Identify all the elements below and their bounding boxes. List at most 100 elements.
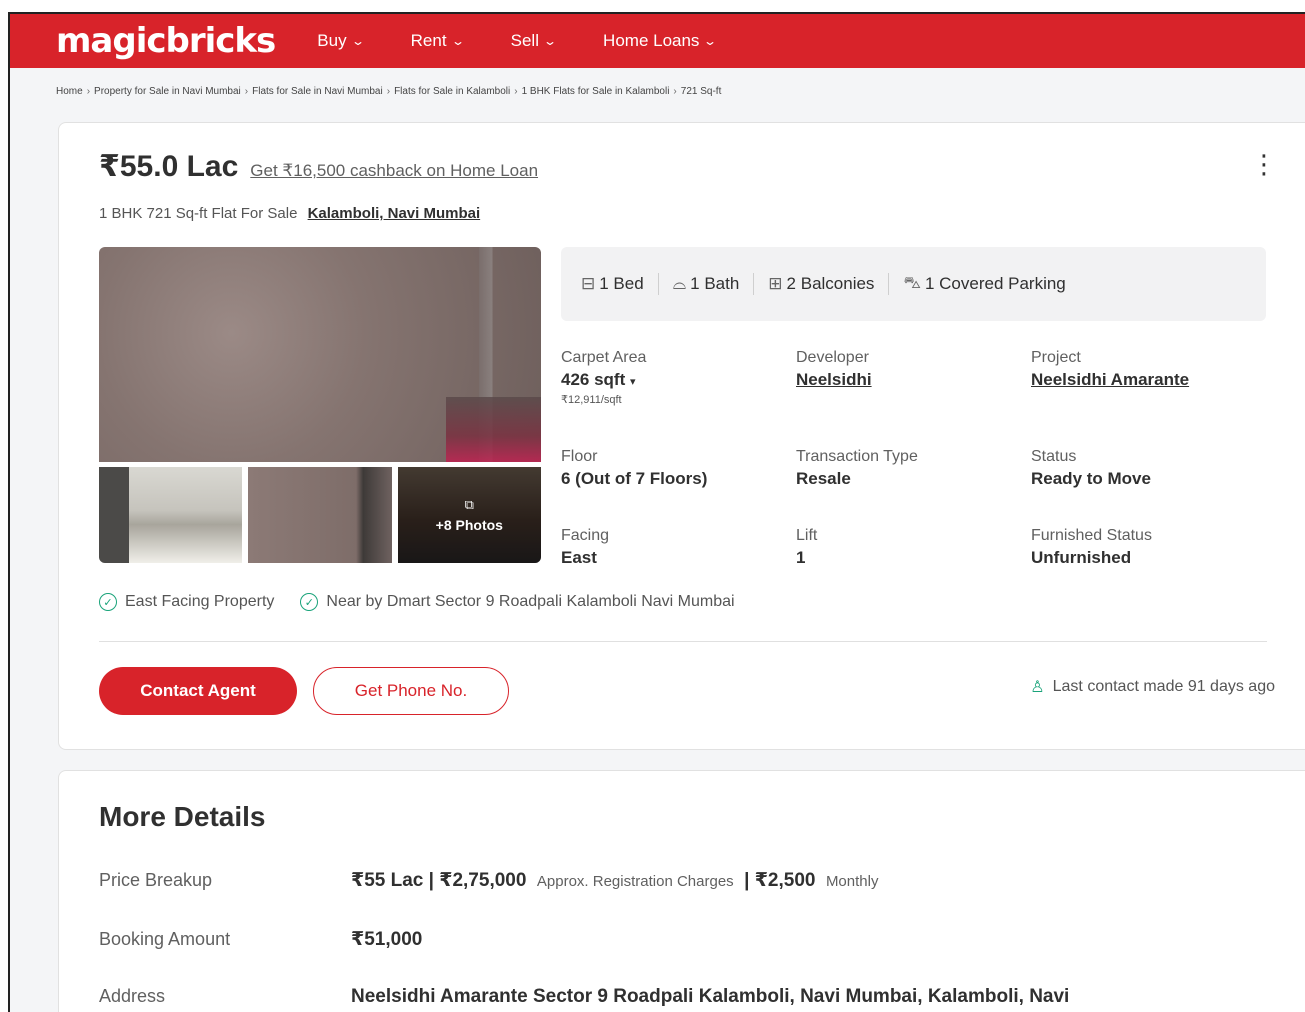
amenity-bed: ⊟ 1 Bed bbox=[581, 274, 644, 294]
breadcrumb-separator: › bbox=[86, 86, 91, 97]
spec-label: Status bbox=[1031, 448, 1077, 465]
more-photos-overlay: ⧉ +8 Photos bbox=[397, 467, 541, 563]
bed-icon: ⊟ bbox=[581, 274, 596, 293]
breadcrumb-property-navi-mumbai[interactable]: Property for Sale in Navi Mumbai bbox=[94, 86, 241, 97]
spec-label: Carpet Area bbox=[561, 349, 647, 366]
get-phone-button[interactable]: Get Phone No. bbox=[313, 667, 509, 715]
price-breakup-value: ₹55 Lac | ₹2,75,000 Approx. Registration… bbox=[351, 869, 884, 892]
property-type-text: 1 BHK 721 Sq-ft Flat For Sale bbox=[99, 205, 298, 222]
main-nav: Buy ⌄ Rent ⌄ Sell ⌄ Home Loans ⌄ bbox=[317, 31, 763, 51]
thumbnail-1[interactable] bbox=[99, 467, 243, 563]
spec-floor: Floor 6 (Out of 7 Floors) bbox=[561, 448, 791, 489]
user-icon: ♙ bbox=[1030, 679, 1045, 696]
address-label: Address bbox=[99, 986, 166, 1006]
booking-amount-value: ₹51,000 bbox=[351, 929, 423, 950]
nav-home-loans[interactable]: Home Loans ⌄ bbox=[603, 31, 717, 51]
contact-agent-button[interactable]: Contact Agent bbox=[99, 667, 297, 715]
chevron-down-icon: ⌄ bbox=[450, 34, 465, 48]
spec-value[interactable]: 426 sqft ▾ bbox=[561, 370, 791, 390]
price-breakup-row: Price Breakup ₹55 Lac | ₹2,75,000 Approx… bbox=[99, 869, 884, 892]
spec-value: East bbox=[561, 548, 597, 567]
spec-project: Project Neelsidhi Amarante bbox=[1031, 349, 1261, 390]
spec-value: Unfurnished bbox=[1031, 548, 1132, 567]
property-highlights: ✓ East Facing Property ✓ Near by Dmart S… bbox=[99, 593, 761, 611]
magicbricks-logo[interactable]: magicbricks bbox=[56, 21, 276, 61]
gallery-icon: ⧉ bbox=[464, 497, 474, 512]
nav-rent-label: Rent bbox=[410, 31, 447, 50]
chevron-down-icon: ⌄ bbox=[350, 34, 365, 48]
chevron-down-icon: ⌄ bbox=[542, 34, 558, 48]
amenity-balcony-label: 2 Balconies bbox=[786, 274, 875, 293]
bath-icon: ⌓ bbox=[672, 274, 687, 293]
nav-buy[interactable]: Buy ⌄ bbox=[317, 31, 365, 51]
nav-home-loans-label: Home Loans bbox=[603, 31, 700, 50]
amenity-parking: ⛍ 1 Covered Parking bbox=[903, 273, 1065, 295]
spec-status: Status Ready to Move bbox=[1031, 448, 1261, 489]
price-per-sqft: ₹12,911/sqft bbox=[561, 394, 622, 406]
registration-note: Approx. Registration Charges bbox=[536, 873, 734, 890]
nav-sell[interactable]: Sell ⌄ bbox=[511, 31, 558, 51]
breadcrumb-separator: › bbox=[386, 86, 391, 97]
spec-label: Developer bbox=[796, 349, 869, 366]
price-row: ₹55.0 Lac Get ₹16,500 cashback on Home L… bbox=[99, 149, 538, 184]
more-options-icon[interactable]: ⋮ bbox=[1251, 151, 1277, 177]
nav-rent[interactable]: Rent ⌄ bbox=[410, 31, 465, 51]
monthly-note: Monthly bbox=[825, 873, 879, 890]
spec-lift: Lift 1 bbox=[796, 527, 1026, 568]
amenity-bath: ⌓ 1 Bath bbox=[673, 274, 740, 294]
last-contact-text: Last contact made 91 days ago bbox=[1052, 678, 1275, 695]
carpet-area-value: 426 sqft bbox=[561, 370, 626, 389]
amenity-parking-label: 1 Covered Parking bbox=[924, 274, 1066, 293]
breadcrumb: Home › Property for Sale in Navi Mumbai … bbox=[56, 86, 721, 97]
check-circle-icon: ✓ bbox=[99, 593, 117, 611]
last-contact-info: ♙ Last contact made 91 days ago bbox=[1030, 677, 1275, 697]
booking-amount-label: Booking Amount bbox=[99, 929, 231, 949]
thumbnail-2[interactable] bbox=[248, 467, 392, 563]
site-header: magicbricks Buy ⌄ Rent ⌄ Sell ⌄ Home Loa… bbox=[10, 14, 1305, 68]
breadcrumb-1bhk-kalamboli[interactable]: 1 BHK Flats for Sale in Kalamboli bbox=[522, 86, 670, 97]
breadcrumb-home[interactable]: Home bbox=[56, 86, 83, 97]
spec-label: Project bbox=[1031, 349, 1081, 366]
monthly-amount: | ₹2,500 bbox=[744, 870, 816, 891]
property-price: ₹55.0 Lac bbox=[99, 150, 239, 183]
caret-down-icon: ▾ bbox=[629, 376, 636, 388]
spec-label: Transaction Type bbox=[796, 448, 918, 465]
balcony-icon: ⊞ bbox=[768, 274, 783, 293]
highlight-item: ✓ Near by Dmart Sector 9 Roadpali Kalamb… bbox=[300, 593, 735, 611]
thumbnail-strip: ⧉ +8 Photos bbox=[99, 467, 541, 563]
spec-value: Ready to Move bbox=[1031, 469, 1151, 488]
spec-value: 1 bbox=[796, 548, 806, 567]
more-photos-label: +8 Photos bbox=[435, 517, 503, 533]
spec-transaction-type: Transaction Type Resale bbox=[796, 448, 1026, 489]
divider bbox=[888, 273, 890, 295]
photo-detail bbox=[446, 397, 541, 462]
amenities-bar: ⊟ 1 Bed ⌓ 1 Bath ⊞ 2 Balconies ⛍ 1 Cover… bbox=[561, 247, 1266, 321]
browser-viewport: magicbricks Buy ⌄ Rent ⌄ Sell ⌄ Home Loa… bbox=[8, 12, 1305, 1012]
price-breakup-label: Price Breakup bbox=[99, 870, 213, 890]
breadcrumb-separator: › bbox=[673, 86, 677, 97]
cashback-link[interactable]: Get ₹16,500 cashback on Home Loan bbox=[250, 161, 538, 181]
spec-carpet-area: Carpet Area 426 sqft ▾ ₹12,911/sqft bbox=[561, 349, 791, 406]
highlight-item: ✓ East Facing Property bbox=[99, 593, 274, 611]
spec-label: Facing bbox=[561, 527, 610, 544]
breadcrumb-flats-navi-mumbai[interactable]: Flats for Sale in Navi Mumbai bbox=[252, 86, 383, 97]
breadcrumb-flats-kalamboli[interactable]: Flats for Sale in Kalamboli bbox=[394, 86, 510, 97]
more-details-card: More Details Price Breakup ₹55 Lac | ₹2,… bbox=[58, 770, 1305, 1012]
main-photo[interactable] bbox=[99, 247, 541, 462]
parking-icon: ⛍ bbox=[903, 273, 921, 292]
highlight-text: East Facing Property bbox=[125, 593, 275, 610]
booking-amount-row: Booking Amount ₹51,000 bbox=[99, 928, 422, 951]
highlight-text: Near by Dmart Sector 9 Roadpali Kalambol… bbox=[326, 593, 735, 610]
project-link[interactable]: Neelsidhi Amarante bbox=[1031, 370, 1261, 390]
amenity-bath-label: 1 Bath bbox=[690, 274, 740, 293]
thumbnail-more[interactable]: ⧉ +8 Photos bbox=[397, 467, 541, 563]
breadcrumb-separator: › bbox=[244, 86, 249, 97]
developer-link[interactable]: Neelsidhi bbox=[796, 370, 1026, 390]
divider bbox=[99, 641, 1267, 642]
spec-label: Floor bbox=[561, 448, 598, 465]
price-breakup-amount: ₹55 Lac | ₹2,75,000 bbox=[351, 870, 527, 891]
spec-developer: Developer Neelsidhi bbox=[796, 349, 1026, 390]
address-value: Neelsidhi Amarante Sector 9 Roadpali Kal… bbox=[351, 986, 1070, 1007]
divider bbox=[657, 273, 659, 295]
location-link[interactable]: Kalamboli, Navi Mumbai bbox=[308, 205, 481, 222]
